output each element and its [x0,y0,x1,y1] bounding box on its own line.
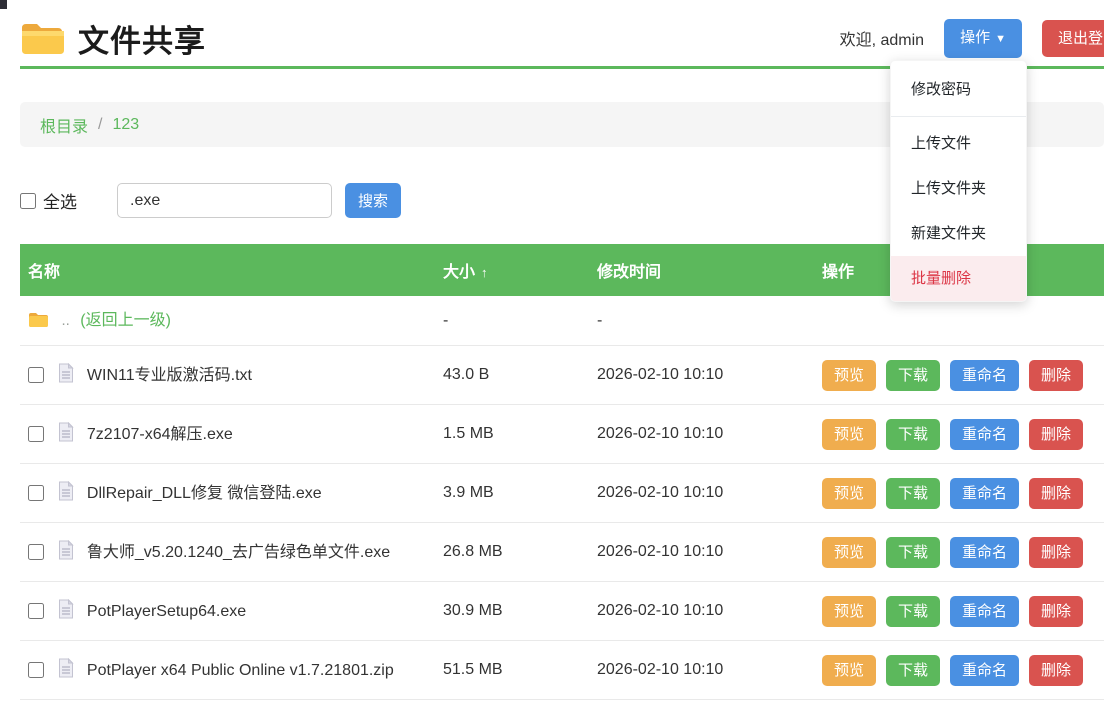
menu-item-upload-folder[interactable]: 上传文件夹 [891,166,1026,211]
parent-directory-row[interactable]: .. (返回上一级) - - [20,296,1104,346]
table-row: PotPlayerSetup64.exe 30.9 MB 2026-02-10 … [20,582,1104,641]
download-button[interactable]: 下载 [886,419,940,450]
row-checkbox[interactable] [28,485,44,501]
go-up-link[interactable]: (返回上一级) [80,312,171,329]
row-checkbox[interactable] [28,603,44,619]
preview-button[interactable]: 预览 [822,655,876,686]
file-size: 30.9 MB [435,602,589,620]
breadcrumb-root-link[interactable]: 根目录 [40,113,88,137]
file-size: 1.5 MB [435,425,589,443]
file-name: DllRepair_DLL修复 微信登陆.exe [87,485,322,502]
header-right: 欢迎, admin 操作 ▼ 退出登录 [840,19,1104,58]
row-checkbox[interactable] [28,662,44,678]
download-button[interactable]: 下载 [886,478,940,509]
preview-button[interactable]: 预览 [822,596,876,627]
page: 文件共享 欢迎, admin 操作 ▼ 退出登录 修改密码 上传文件 上传文件夹 … [0,0,1104,700]
rename-button[interactable]: 重命名 [950,537,1019,568]
file-size: 26.8 MB [435,543,589,561]
file-icon [58,481,74,501]
page-title: 文件共享 [78,16,206,61]
delete-button[interactable]: 删除 [1029,478,1083,509]
file-icon [58,363,74,383]
search-input[interactable] [117,183,332,218]
file-modified: 2026-02-10 10:10 [589,661,814,679]
select-all-label: 全选 [43,188,77,213]
rename-button[interactable]: 重命名 [950,596,1019,627]
menu-item-change-password[interactable]: 修改密码 [891,67,1026,112]
rename-button[interactable]: 重命名 [950,478,1019,509]
select-all-checkbox[interactable] [20,193,36,209]
file-name: 7z2107-x64解压.exe [87,426,233,443]
actions-dropdown-menu: 修改密码 上传文件 上传文件夹 新建文件夹 批量删除 [890,60,1027,302]
preview-button[interactable]: 预览 [822,478,876,509]
file-size: 3.9 MB [435,484,589,502]
file-name: PotPlayer x64 Public Online v1.7.21801.z… [87,662,394,679]
file-icon [58,599,74,619]
column-header-size-label: 大小 [443,264,475,281]
download-button[interactable]: 下载 [886,537,940,568]
preview-button[interactable]: 预览 [822,537,876,568]
welcome-text: 欢迎, admin [840,26,924,50]
menu-item-upload-file[interactable]: 上传文件 [891,121,1026,166]
delete-button[interactable]: 删除 [1029,537,1083,568]
column-header-size[interactable]: 大小 ↑ [435,258,589,282]
file-icon [58,540,74,560]
file-modified: 2026-02-10 10:10 [589,425,814,443]
delete-button[interactable]: 删除 [1029,419,1083,450]
delete-button[interactable]: 删除 [1029,596,1083,627]
delete-button[interactable]: 删除 [1029,360,1083,391]
rename-button[interactable]: 重命名 [950,655,1019,686]
menu-item-batch-delete[interactable]: 批量删除 [891,256,1026,301]
table-row: 鲁大师_v5.20.1240_去广告绿色单文件.exe 26.8 MB 2026… [20,523,1104,582]
column-header-name[interactable]: 名称 [20,258,435,282]
rename-button[interactable]: 重命名 [950,419,1019,450]
download-button[interactable]: 下载 [886,360,940,391]
file-name: PotPlayerSetup64.exe [87,603,246,620]
file-modified: 2026-02-10 10:10 [589,366,814,384]
logout-button[interactable]: 退出登录 [1042,20,1104,57]
file-modified: 2026-02-10 10:10 [589,602,814,620]
file-modified: 2026-02-10 10:10 [589,543,814,561]
screen-corner-artifact [0,0,7,9]
file-icon [58,422,74,442]
file-modified: - [589,312,814,330]
rename-button[interactable]: 重命名 [950,360,1019,391]
folder-icon [28,311,49,328]
app-header: 文件共享 欢迎, admin 操作 ▼ 退出登录 [20,0,1104,58]
file-size: 51.5 MB [435,661,589,679]
delete-button[interactable]: 删除 [1029,655,1083,686]
table-row: 7z2107-x64解压.exe 1.5 MB 2026-02-10 10:10… [20,405,1104,464]
row-checkbox[interactable] [28,426,44,442]
preview-button[interactable]: 预览 [822,419,876,450]
brand: 文件共享 [20,16,206,61]
folder-icon [20,20,64,56]
caret-down-icon: ▼ [995,33,1006,45]
download-button[interactable]: 下载 [886,655,940,686]
actions-menu-label: 操作 [960,29,990,46]
download-button[interactable]: 下载 [886,596,940,627]
table-row: PotPlayer x64 Public Online v1.7.21801.z… [20,641,1104,700]
file-name: WIN11专业版激活码.txt [87,367,252,384]
menu-item-new-folder[interactable]: 新建文件夹 [891,211,1026,256]
search-button[interactable]: 搜索 [345,183,401,218]
row-checkbox[interactable] [28,367,44,383]
actions-menu-button[interactable]: 操作 ▼ [944,19,1022,58]
file-icon [58,658,74,678]
breadcrumb-current[interactable]: 123 [112,116,139,134]
sort-ascending-icon: ↑ [481,265,488,280]
table-row: DllRepair_DLL修复 微信登陆.exe 3.9 MB 2026-02-… [20,464,1104,523]
parent-dots: .. [61,312,69,329]
table-row: WIN11专业版激活码.txt 43.0 B 2026-02-10 10:10 … [20,346,1104,405]
file-table: 名称 大小↑ 修改时间 操作 .. (返回上一级) - - [20,244,1104,700]
file-size: - [435,312,589,330]
column-header-modified[interactable]: 修改时间 [589,258,814,282]
file-size: 43.0 B [435,366,589,384]
file-name: 鲁大师_v5.20.1240_去广告绿色单文件.exe [87,544,390,561]
breadcrumb-separator: / [98,116,102,134]
file-modified: 2026-02-10 10:10 [589,484,814,502]
dropdown-divider [891,116,1026,117]
preview-button[interactable]: 预览 [822,360,876,391]
row-checkbox[interactable] [28,544,44,560]
